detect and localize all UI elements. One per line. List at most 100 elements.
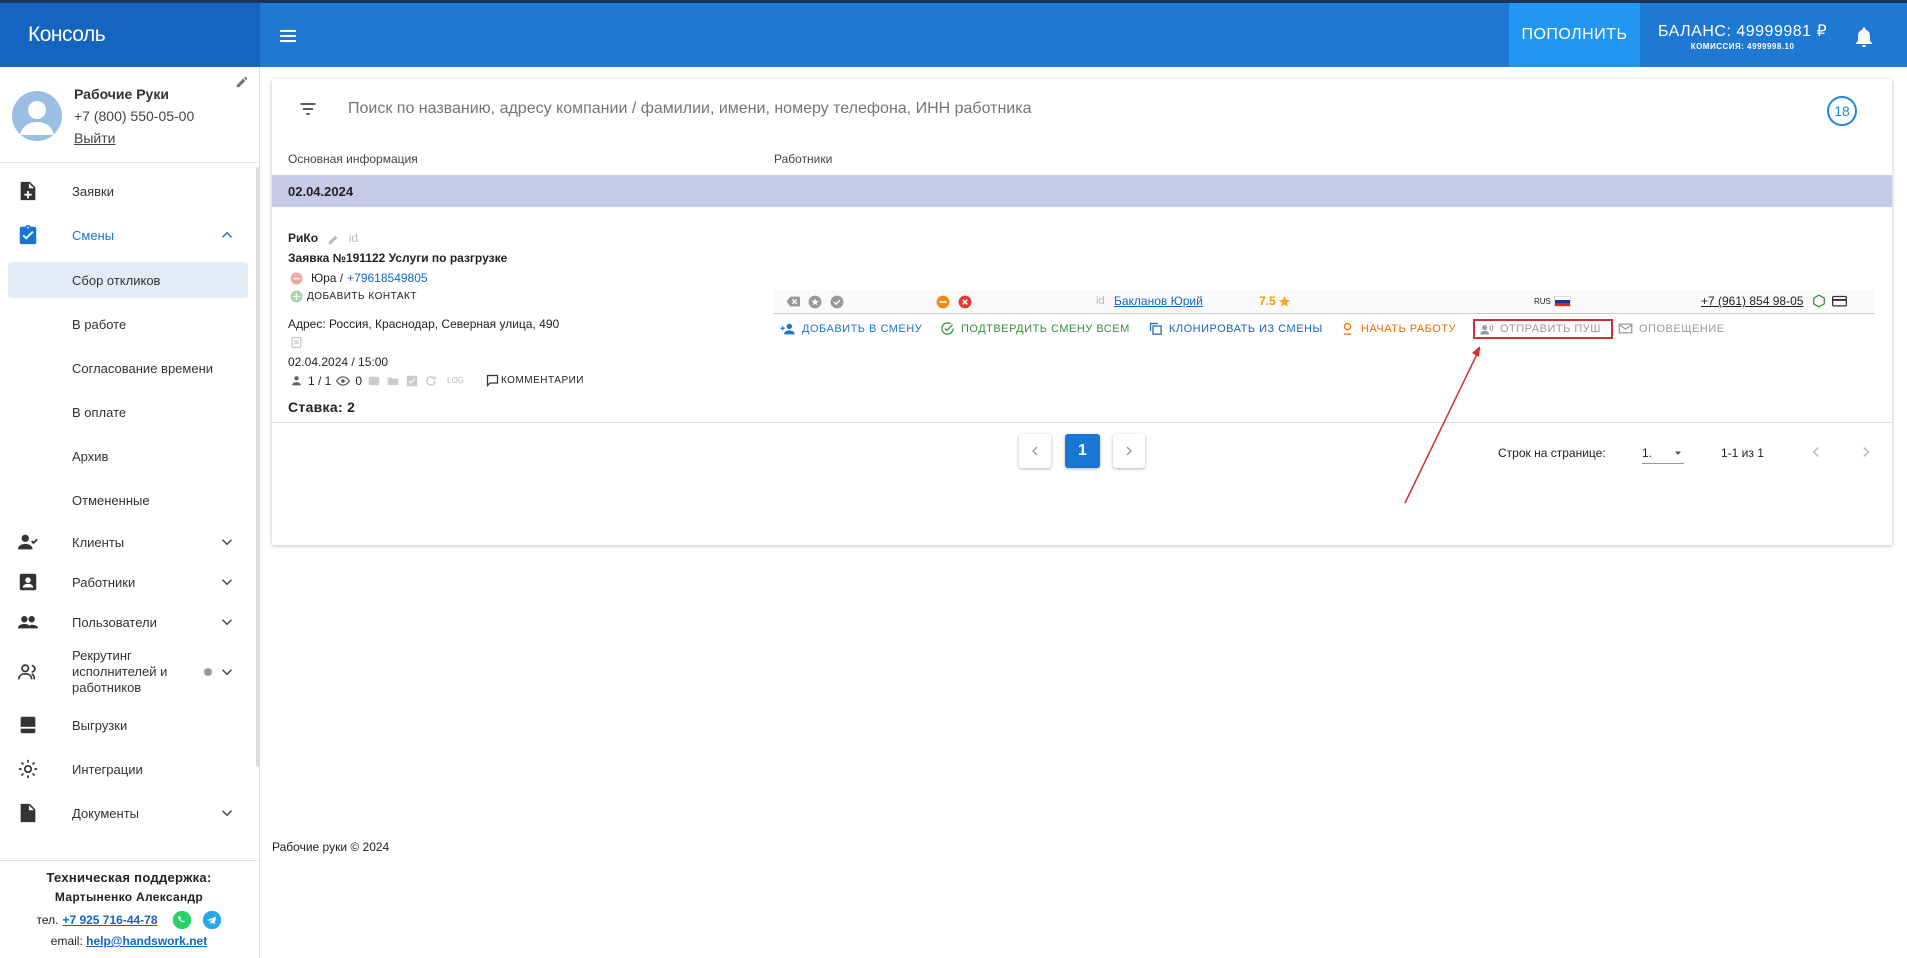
support-block: Техническая поддержка: Мартыненко Алекса… xyxy=(0,860,258,958)
refresh-icon[interactable] xyxy=(424,374,438,388)
chevron-down-icon[interactable] xyxy=(218,663,236,681)
card-icon[interactable] xyxy=(1832,295,1847,308)
logout-link[interactable]: Выйти xyxy=(74,130,115,146)
app-logo[interactable]: Консоль xyxy=(0,3,260,67)
notify-button[interactable]: ОПОВЕЩЕНИЕ xyxy=(1618,321,1725,336)
sidebar-item-label: Выгрузки xyxy=(72,717,128,733)
caret-down-icon xyxy=(1672,447,1684,459)
sidebar-item-label: Документы xyxy=(72,805,140,821)
edit-icon[interactable] xyxy=(327,232,341,246)
sidebar-item-shifts[interactable]: Смены xyxy=(0,215,250,255)
add-contact-button[interactable]: ДОБАВИТЬ КОНТАКТ xyxy=(290,290,417,303)
contacts-icon[interactable] xyxy=(367,374,381,388)
folder-icon[interactable] xyxy=(386,374,400,388)
log-label[interactable]: LOG xyxy=(447,376,464,385)
whatsapp-icon[interactable] xyxy=(172,910,192,930)
sidebar-item-recruiting[interactable]: Рекрутинг исполнителей и работников xyxy=(0,647,250,697)
support-title: Техническая поддержка: xyxy=(46,870,212,885)
start-work-button[interactable]: НАЧАТЬ РАБОТУ xyxy=(1340,321,1456,336)
remove-contact-icon[interactable] xyxy=(290,272,303,285)
order-stats: 1 / 1 0 LOG КОММЕНТАРИИ xyxy=(290,373,584,388)
add-to-shift-button[interactable]: ДОБАВИТЬ В СМЕНУ xyxy=(780,321,922,337)
order-company: РиКо id xyxy=(288,231,358,246)
top-bar: Консоль ПОПОЛНИТЬ БАЛАНС: 49999981 ₽ КОМ… xyxy=(0,0,1907,67)
confirm-all-button[interactable]: ПОДТВЕРДИТЬ СМЕНУ ВСЕМ xyxy=(940,321,1130,336)
chevron-right-icon[interactable] xyxy=(1857,443,1875,461)
clipboard-check-icon xyxy=(17,224,39,246)
chevron-down-icon[interactable] xyxy=(218,573,236,591)
sidebar-item-exports[interactable]: Выгрузки xyxy=(0,707,250,743)
rows-per-page-select[interactable]: 1. xyxy=(1642,442,1684,464)
send-push-label: ОТПРАВИТЬ ПУШ xyxy=(1500,323,1601,335)
commission-value: КОМИССИЯ: 4999998.10 xyxy=(1690,42,1795,51)
rating-value: 7.5 xyxy=(1259,294,1276,308)
chevron-up-icon[interactable] xyxy=(218,226,236,244)
country-code: RUS xyxy=(1534,297,1551,306)
date-group-row: 02.04.2024 xyxy=(272,175,1892,207)
page-range: 1-1 из 1 xyxy=(1721,446,1764,460)
prev-page-button[interactable] xyxy=(1019,434,1051,468)
sidebar-sub-collecting[interactable]: Сбор откликов xyxy=(8,262,248,298)
order-datetime: 02.04.2024 / 15:00 xyxy=(288,355,389,369)
send-push-button[interactable]: ОТПРАВИТЬ ПУШ xyxy=(1473,319,1613,339)
mail-icon xyxy=(1618,321,1633,336)
sidebar-item-clients[interactable]: Клиенты xyxy=(0,524,250,560)
order-contact: Юра / +79618549805 xyxy=(290,271,428,285)
sidebar-sub-archive[interactable]: Архив xyxy=(8,438,248,474)
check-circle-icon[interactable] xyxy=(830,295,844,309)
comments-label[interactable]: КОММЕНТАРИИ xyxy=(501,375,584,386)
remove-worker-icon[interactable] xyxy=(786,295,801,308)
sidebar-item-documents[interactable]: Документы xyxy=(0,795,250,831)
chevron-down-icon[interactable] xyxy=(218,613,236,631)
search-input[interactable] xyxy=(348,100,1448,118)
support-email-link[interactable]: help@handswork.net xyxy=(86,934,207,948)
notes-icon[interactable] xyxy=(290,336,303,349)
worker-id-label[interactable]: id xyxy=(1096,295,1105,307)
next-page-button[interactable] xyxy=(1113,434,1145,468)
sidebar: Рабочие Руки +7 (800) 550-05-00 Выйти За… xyxy=(0,67,260,958)
bell-icon[interactable] xyxy=(1852,25,1876,49)
topup-button[interactable]: ПОПОЛНИТЬ xyxy=(1509,3,1640,67)
divider xyxy=(272,422,1892,423)
sidebar-item-users[interactable]: Пользователи xyxy=(0,604,250,640)
menu-icon[interactable] xyxy=(276,24,300,48)
sidebar-item-requests[interactable]: Заявки xyxy=(0,171,250,211)
sidebar-item-workers[interactable]: Работники xyxy=(0,564,250,600)
annotation-arrow xyxy=(1404,346,1481,504)
sidebar-item-label: Пользователи xyxy=(72,614,157,630)
checkbox-icon[interactable] xyxy=(405,374,419,388)
rows-per-page-label: Строк на странице: xyxy=(1498,446,1606,460)
cancel-circle-icon[interactable] xyxy=(958,295,972,309)
worker-name-link[interactable]: Бакланов Юрий xyxy=(1114,294,1203,308)
filter-icon[interactable] xyxy=(298,99,318,119)
chevron-down-icon[interactable] xyxy=(218,804,236,822)
recruit-icon xyxy=(17,661,39,683)
support-phone-link[interactable]: +7 925 716-44-78 xyxy=(62,913,157,927)
hexagon-icon[interactable] xyxy=(1812,294,1826,308)
sidebar-item-label: Заявки xyxy=(72,183,114,199)
sidebar-scrollbar[interactable] xyxy=(256,167,260,767)
worker-phone[interactable]: +7 (961) 854 98-05 xyxy=(1701,294,1803,308)
clone-button[interactable]: КЛОНИРОВАТЬ ИЗ СМЕНЫ xyxy=(1148,321,1323,336)
minus-circle-icon[interactable] xyxy=(936,295,950,309)
chevron-left-icon[interactable] xyxy=(1807,443,1825,461)
workers-count: 1 / 1 xyxy=(308,373,332,388)
add-circle-icon xyxy=(290,290,303,303)
add-contact-label: ДОБАВИТЬ КОНТАКТ xyxy=(307,291,417,302)
sidebar-sub-time-approval[interactable]: Согласование времени xyxy=(8,350,248,386)
sidebar-item-integrations[interactable]: Интеграции xyxy=(0,751,250,787)
sidebar-sub-cancelled[interactable]: Отмененные xyxy=(8,482,248,518)
avatar xyxy=(12,91,62,141)
sidebar-sub-payment[interactable]: В оплате xyxy=(8,394,248,430)
order-title[interactable]: Заявка №191122 Услуги по разгрузке xyxy=(288,251,507,265)
id-label[interactable]: id xyxy=(349,231,358,245)
sidebar-item-label: Рекрутинг исполнителей и работников xyxy=(72,648,168,695)
sidebar-sub-in-work[interactable]: В работе xyxy=(8,306,248,342)
telegram-icon[interactable] xyxy=(202,910,222,930)
chevron-down-icon[interactable] xyxy=(218,533,236,551)
page-1-button[interactable]: 1 xyxy=(1065,434,1100,468)
comments-icon[interactable] xyxy=(485,373,500,388)
contact-phone[interactable]: +79618549805 xyxy=(347,271,427,285)
star-circle-icon[interactable] xyxy=(808,295,822,309)
edit-profile-icon[interactable] xyxy=(235,75,249,89)
